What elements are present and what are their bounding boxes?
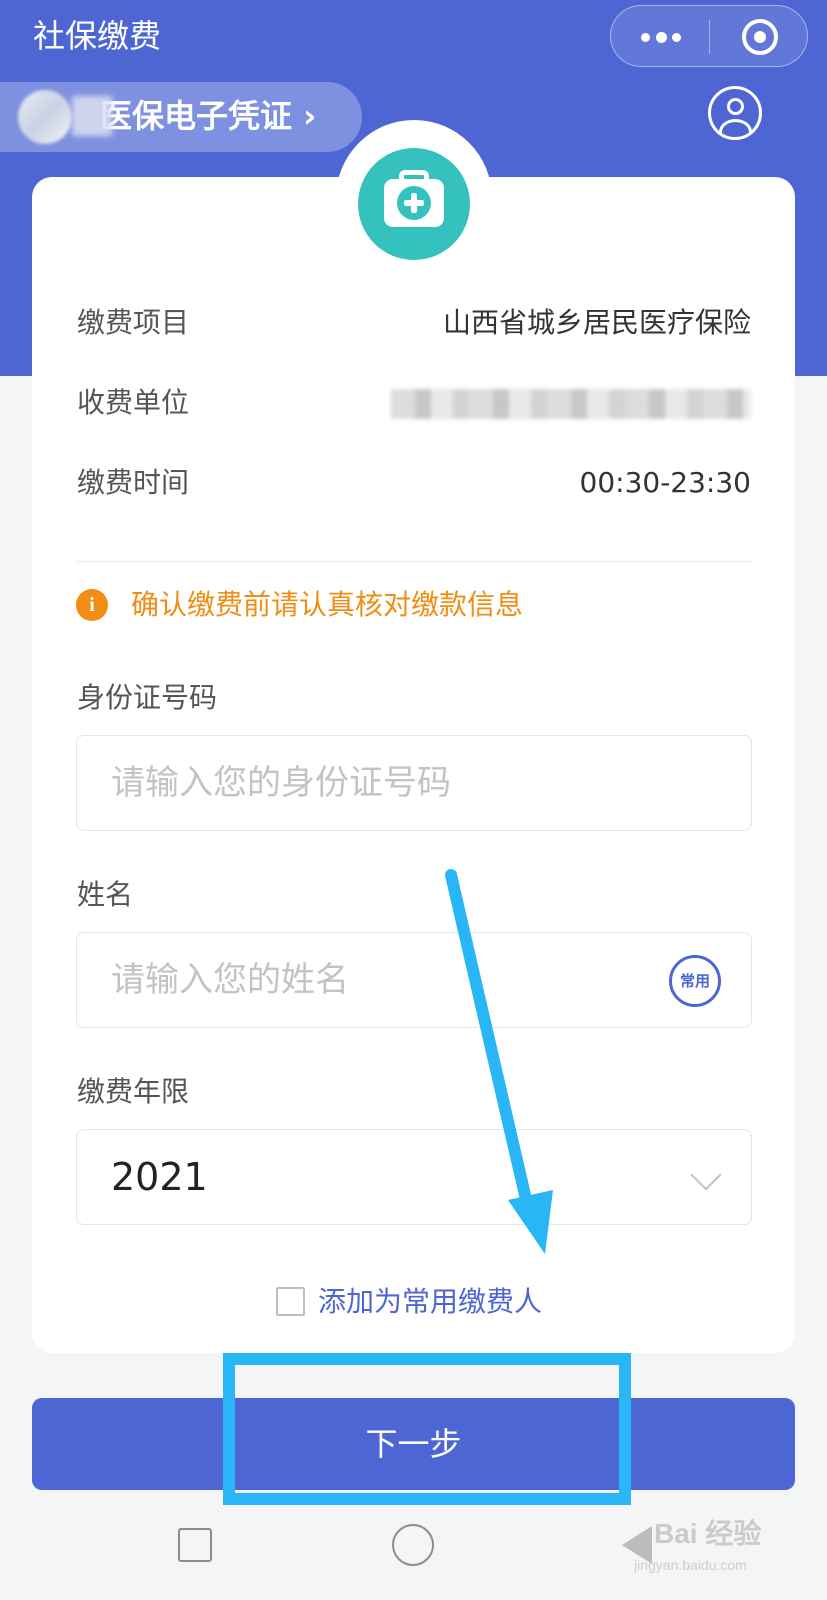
info-row-unit: 收费单位: [77, 381, 751, 425]
add-common-payer-checkbox[interactable]: [276, 1287, 305, 1316]
watermark-main: Bai 经验: [654, 1518, 762, 1549]
medical-voucher-link[interactable]: 医保电子凭证 ›: [0, 82, 362, 152]
info-row-item: 缴费项目 山西省城乡居民医疗保险: [77, 301, 751, 345]
more-dots-icon[interactable]: [641, 31, 681, 43]
name-input[interactable]: [111, 933, 671, 1027]
next-step-button[interactable]: 下一步: [32, 1398, 795, 1490]
user-icon[interactable]: [708, 86, 762, 140]
item-label: 缴费项目: [77, 306, 190, 339]
add-common-payer-label[interactable]: 添加为常用缴费人: [318, 1280, 542, 1324]
item-value: 山西省城乡居民医疗保险: [442, 306, 751, 339]
id-number-field: [76, 735, 752, 831]
year-label: 缴费年限: [77, 1075, 190, 1108]
close-target-icon[interactable]: [742, 19, 778, 55]
voucher-avatar: [18, 90, 72, 144]
name-label: 姓名: [77, 878, 134, 911]
voucher-label: 医保电子凭证 ›: [100, 97, 317, 135]
id-number-input[interactable]: [111, 736, 671, 830]
section-divider: [77, 561, 751, 562]
chevron-down-icon: [690, 1159, 722, 1191]
confirm-tip: 确认缴费前请认真核对缴款信息: [131, 588, 524, 621]
blurred-unit-value: [391, 389, 751, 419]
medical-kit-icon: [358, 148, 470, 260]
id-number-label: 身份证号码: [77, 681, 218, 714]
name-field: 常用: [76, 932, 752, 1028]
recent-apps-icon[interactable]: [178, 1528, 212, 1562]
year-select[interactable]: 2021: [76, 1129, 752, 1225]
year-value: 2021: [111, 1155, 208, 1199]
home-icon[interactable]: [392, 1524, 434, 1566]
time-label: 缴费时间: [77, 466, 190, 499]
capsule-divider: [709, 20, 710, 54]
watermark-sub: jingyan.baidu.com: [634, 1557, 747, 1573]
unit-label: 收费单位: [77, 386, 190, 419]
info-icon: i: [76, 589, 108, 621]
baidu-watermark: Bai 经验 jingyan.baidu.com: [626, 1512, 786, 1584]
info-row-time: 缴费时间 00:30-23:30: [77, 461, 751, 505]
page-title: 社保缴费: [33, 17, 162, 55]
mini-program-capsule: [610, 5, 808, 67]
blurred-mask: [72, 96, 112, 136]
time-value: 00:30-23:30: [579, 466, 752, 499]
common-payer-button[interactable]: 常用: [669, 955, 721, 1007]
